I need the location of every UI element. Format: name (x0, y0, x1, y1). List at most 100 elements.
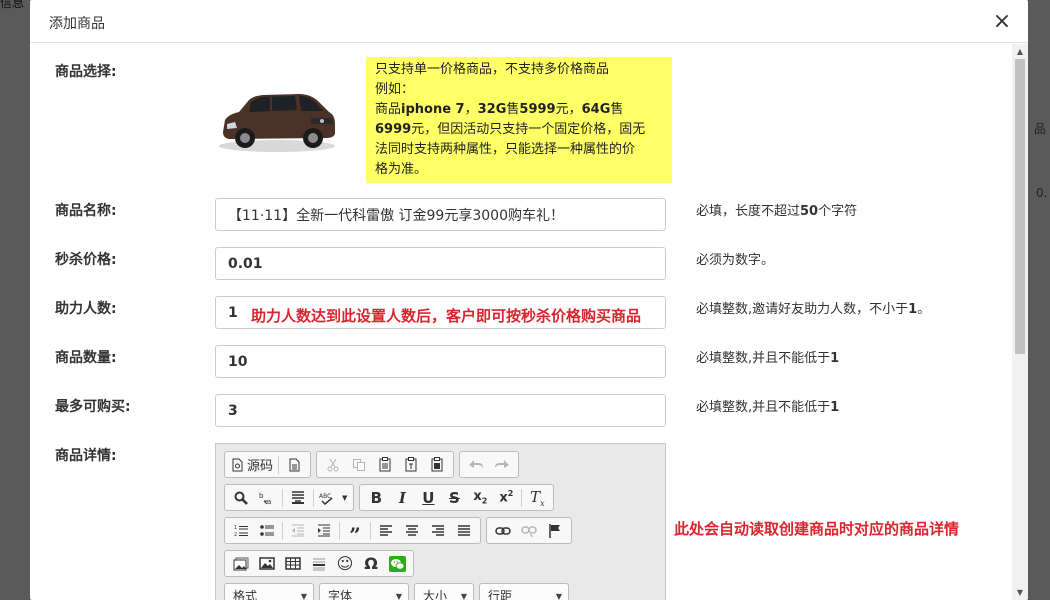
toolbar-group-find: ba ABC ▼ (224, 484, 355, 511)
toolbar-separator (313, 488, 314, 507)
toolbar-row-2: ba ABC ▼ B I U S x2 x2 Tx (224, 484, 555, 511)
modal-title: 添加商品 (49, 16, 105, 32)
wechat-button[interactable] (384, 553, 410, 574)
unlink-icon (521, 525, 537, 537)
close-icon[interactable]: × (990, 8, 1014, 36)
align-left-button[interactable] (373, 520, 399, 541)
bold-icon: B (370, 488, 383, 507)
subscript-button[interactable]: x2 (467, 487, 493, 508)
indent-button[interactable] (311, 520, 337, 541)
hint-text: 必填，长度不超过 (696, 204, 801, 219)
size-select-label: 大小 (423, 589, 448, 600)
product-car-image[interactable] (215, 84, 339, 156)
undo-button[interactable] (463, 454, 489, 475)
spellcheck-button[interactable]: ABC ▼ (316, 487, 350, 508)
copy-button[interactable] (346, 454, 372, 475)
paste-icon (379, 457, 391, 472)
justify-icon (458, 524, 470, 536)
select-all-icon (292, 490, 304, 504)
chevron-down-icon: ▼ (300, 592, 307, 600)
scrollbar-thumb[interactable] (1015, 59, 1025, 354)
background-text-right-1: 品 (1034, 122, 1047, 136)
chevron-down-icon: ▼ (395, 592, 402, 600)
paste-word-button[interactable] (424, 454, 450, 475)
product-name-hint: 必填，长度不超过50个字符 (696, 200, 857, 219)
paste-text-button[interactable] (398, 454, 424, 475)
product-name-input[interactable] (215, 198, 666, 231)
remove-format-button[interactable]: Tx (524, 487, 550, 508)
link-button[interactable] (490, 520, 516, 541)
superscript-icon: x2 (499, 489, 514, 506)
hint-text: 1 (830, 400, 840, 415)
unlink-button[interactable] (516, 520, 542, 541)
max-buy-label: 最多可购买: (55, 399, 131, 415)
redo-icon (495, 459, 510, 468)
align-right-button[interactable] (425, 520, 451, 541)
background-text-right-2: 0. (1036, 186, 1048, 200)
hint-text: 必填整数,邀请好友助力人数，不小于 (696, 302, 909, 317)
quantity-hint: 必填整数,并且不能低于1 (696, 347, 839, 366)
size-select[interactable]: 大小 ▼ (414, 583, 474, 600)
underline-icon: U (422, 488, 435, 507)
toolbar-group-clipboard (316, 451, 455, 478)
note-text: 5999 (519, 102, 556, 117)
insert-table-button[interactable] (280, 553, 306, 574)
chevron-down-icon: ▼ (555, 592, 562, 600)
modal-scrollbar[interactable]: ▲ ▼ (1012, 44, 1028, 600)
note-text: iphone 7 (401, 102, 465, 117)
align-left-icon (380, 524, 392, 536)
toolbar-row-4: ☺ Ω (224, 550, 414, 577)
quantity-input[interactable] (215, 345, 666, 378)
copy-icon (353, 458, 366, 471)
font-select-label: 字体 (328, 589, 353, 600)
toolbar-group-paragraph: 12 ” (224, 517, 481, 547)
anchor-button[interactable] (542, 520, 568, 541)
replace-button[interactable]: ba (254, 487, 280, 508)
toolbar-separator (282, 488, 283, 507)
blockquote-button[interactable]: ” (342, 520, 368, 547)
find-button[interactable] (228, 487, 254, 508)
strikethrough-button[interactable]: S (441, 487, 467, 508)
cut-button[interactable] (320, 454, 346, 475)
spellcheck-icon: ABC (319, 493, 333, 505)
note-text: 32G (477, 102, 507, 117)
toolbar-row-3: 12 ” (224, 517, 572, 547)
preview-button[interactable] (281, 454, 307, 475)
details-red-note: 此处会自动读取创建商品时对应的商品详情 (674, 520, 960, 538)
paste-button[interactable] (372, 454, 398, 475)
justify-button[interactable] (451, 520, 477, 541)
source-button[interactable]: 源码 (228, 454, 276, 475)
scroll-down-arrow-icon[interactable]: ▼ (1015, 588, 1025, 597)
emoji-button[interactable]: ☺ (332, 553, 358, 574)
toolbar-group-text-style: B I U S x2 x2 Tx (359, 484, 555, 511)
redo-button[interactable] (489, 454, 515, 475)
toolbar-group-history (459, 451, 520, 478)
hint-text: 必填整数,并且不能低于 (696, 400, 831, 415)
special-char-button[interactable]: Ω (358, 553, 384, 574)
seckill-price-input[interactable] (215, 247, 666, 280)
format-select[interactable]: 格式 ▼ (224, 583, 314, 600)
insert-image-button[interactable] (254, 553, 280, 574)
select-all-button[interactable] (285, 487, 311, 508)
max-buy-input[interactable] (215, 394, 666, 427)
numbered-list-button[interactable]: 12 (228, 520, 254, 541)
superscript-button[interactable]: x2 (493, 487, 519, 508)
scroll-up-arrow-icon[interactable]: ▲ (1015, 47, 1025, 56)
align-center-button[interactable] (399, 520, 425, 541)
italic-button[interactable]: I (389, 487, 415, 508)
font-select[interactable]: 字体 ▼ (319, 583, 409, 600)
insert-image-gallery-button[interactable] (228, 553, 254, 574)
line-height-select[interactable]: 行距 ▼ (479, 583, 569, 600)
toolbar-row-5: 格式 ▼ 字体 ▼ 大小 ▼ 行距 ▼ (224, 583, 569, 600)
horizontal-rule-button[interactable] (306, 553, 332, 574)
underline-button[interactable]: U (415, 487, 441, 508)
bold-button[interactable]: B (363, 487, 389, 508)
wechat-icon (388, 555, 406, 572)
image-icon (259, 557, 275, 570)
bulleted-list-button[interactable] (254, 520, 280, 541)
outdent-button[interactable] (285, 520, 311, 541)
toolbar-group-links (486, 517, 572, 544)
svg-text:1: 1 (234, 525, 237, 531)
gallery-icon (233, 557, 249, 570)
omega-icon: Ω (364, 554, 378, 573)
